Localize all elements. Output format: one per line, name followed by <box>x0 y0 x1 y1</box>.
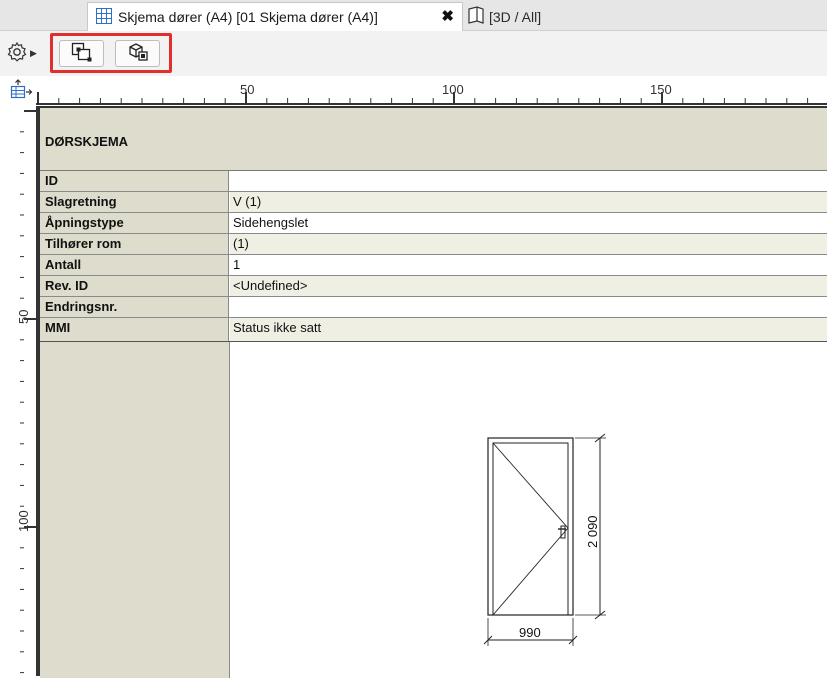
close-icon[interactable]: ✖ <box>441 7 454 25</box>
tab-schedule-label: Skjema dører (A4) [01 Skjema dører (A4)] <box>118 9 378 25</box>
door-height-label: 2 090 <box>585 515 600 548</box>
toolbar: ▶ <box>0 31 827 76</box>
door-width-label: 990 <box>519 625 541 640</box>
modify-element-button[interactable] <box>59 40 104 67</box>
3d-element-button[interactable] <box>115 40 160 67</box>
horizontal-ruler-ticks <box>36 92 827 105</box>
settings-button[interactable]: ▶ <box>6 40 44 66</box>
door-elevation-drawing[interactable] <box>40 108 827 678</box>
tab-schedule[interactable]: Skjema dører (A4) [01 Skjema dører (A4)]… <box>87 2 463 31</box>
schedule-sheet: DØRSKJEMA ID Slagretning V (1) Åpningsty… <box>38 106 827 678</box>
ruler-label: 150 <box>650 82 672 97</box>
ruler-label: 50 <box>16 309 31 324</box>
tab-bar: Skjema dører (A4) [01 Skjema dører (A4)]… <box>0 0 827 31</box>
3d-element-icon <box>127 42 149 65</box>
tab-3d-view[interactable]: [3D / All] <box>468 4 541 29</box>
table-insert-icon <box>9 78 33 104</box>
chevron-right-icon: ▶ <box>30 47 37 58</box>
modify-element-icon <box>71 42 93 65</box>
ruler-label: 50 <box>240 82 255 97</box>
3d-view-icon <box>468 6 484 27</box>
schedule-grid-icon <box>96 7 112 27</box>
tab-3d-view-label: [3D / All] <box>489 8 542 25</box>
insert-row-button[interactable] <box>8 78 34 104</box>
ruler-label: 100 <box>442 82 464 97</box>
ruler-label: 100 <box>16 510 31 532</box>
vertical-ruler-ticks <box>20 106 38 676</box>
vertical-ruler: 50 100 <box>0 106 38 676</box>
gear-icon <box>6 41 28 66</box>
horizontal-ruler: 50 100 150 <box>36 78 827 106</box>
